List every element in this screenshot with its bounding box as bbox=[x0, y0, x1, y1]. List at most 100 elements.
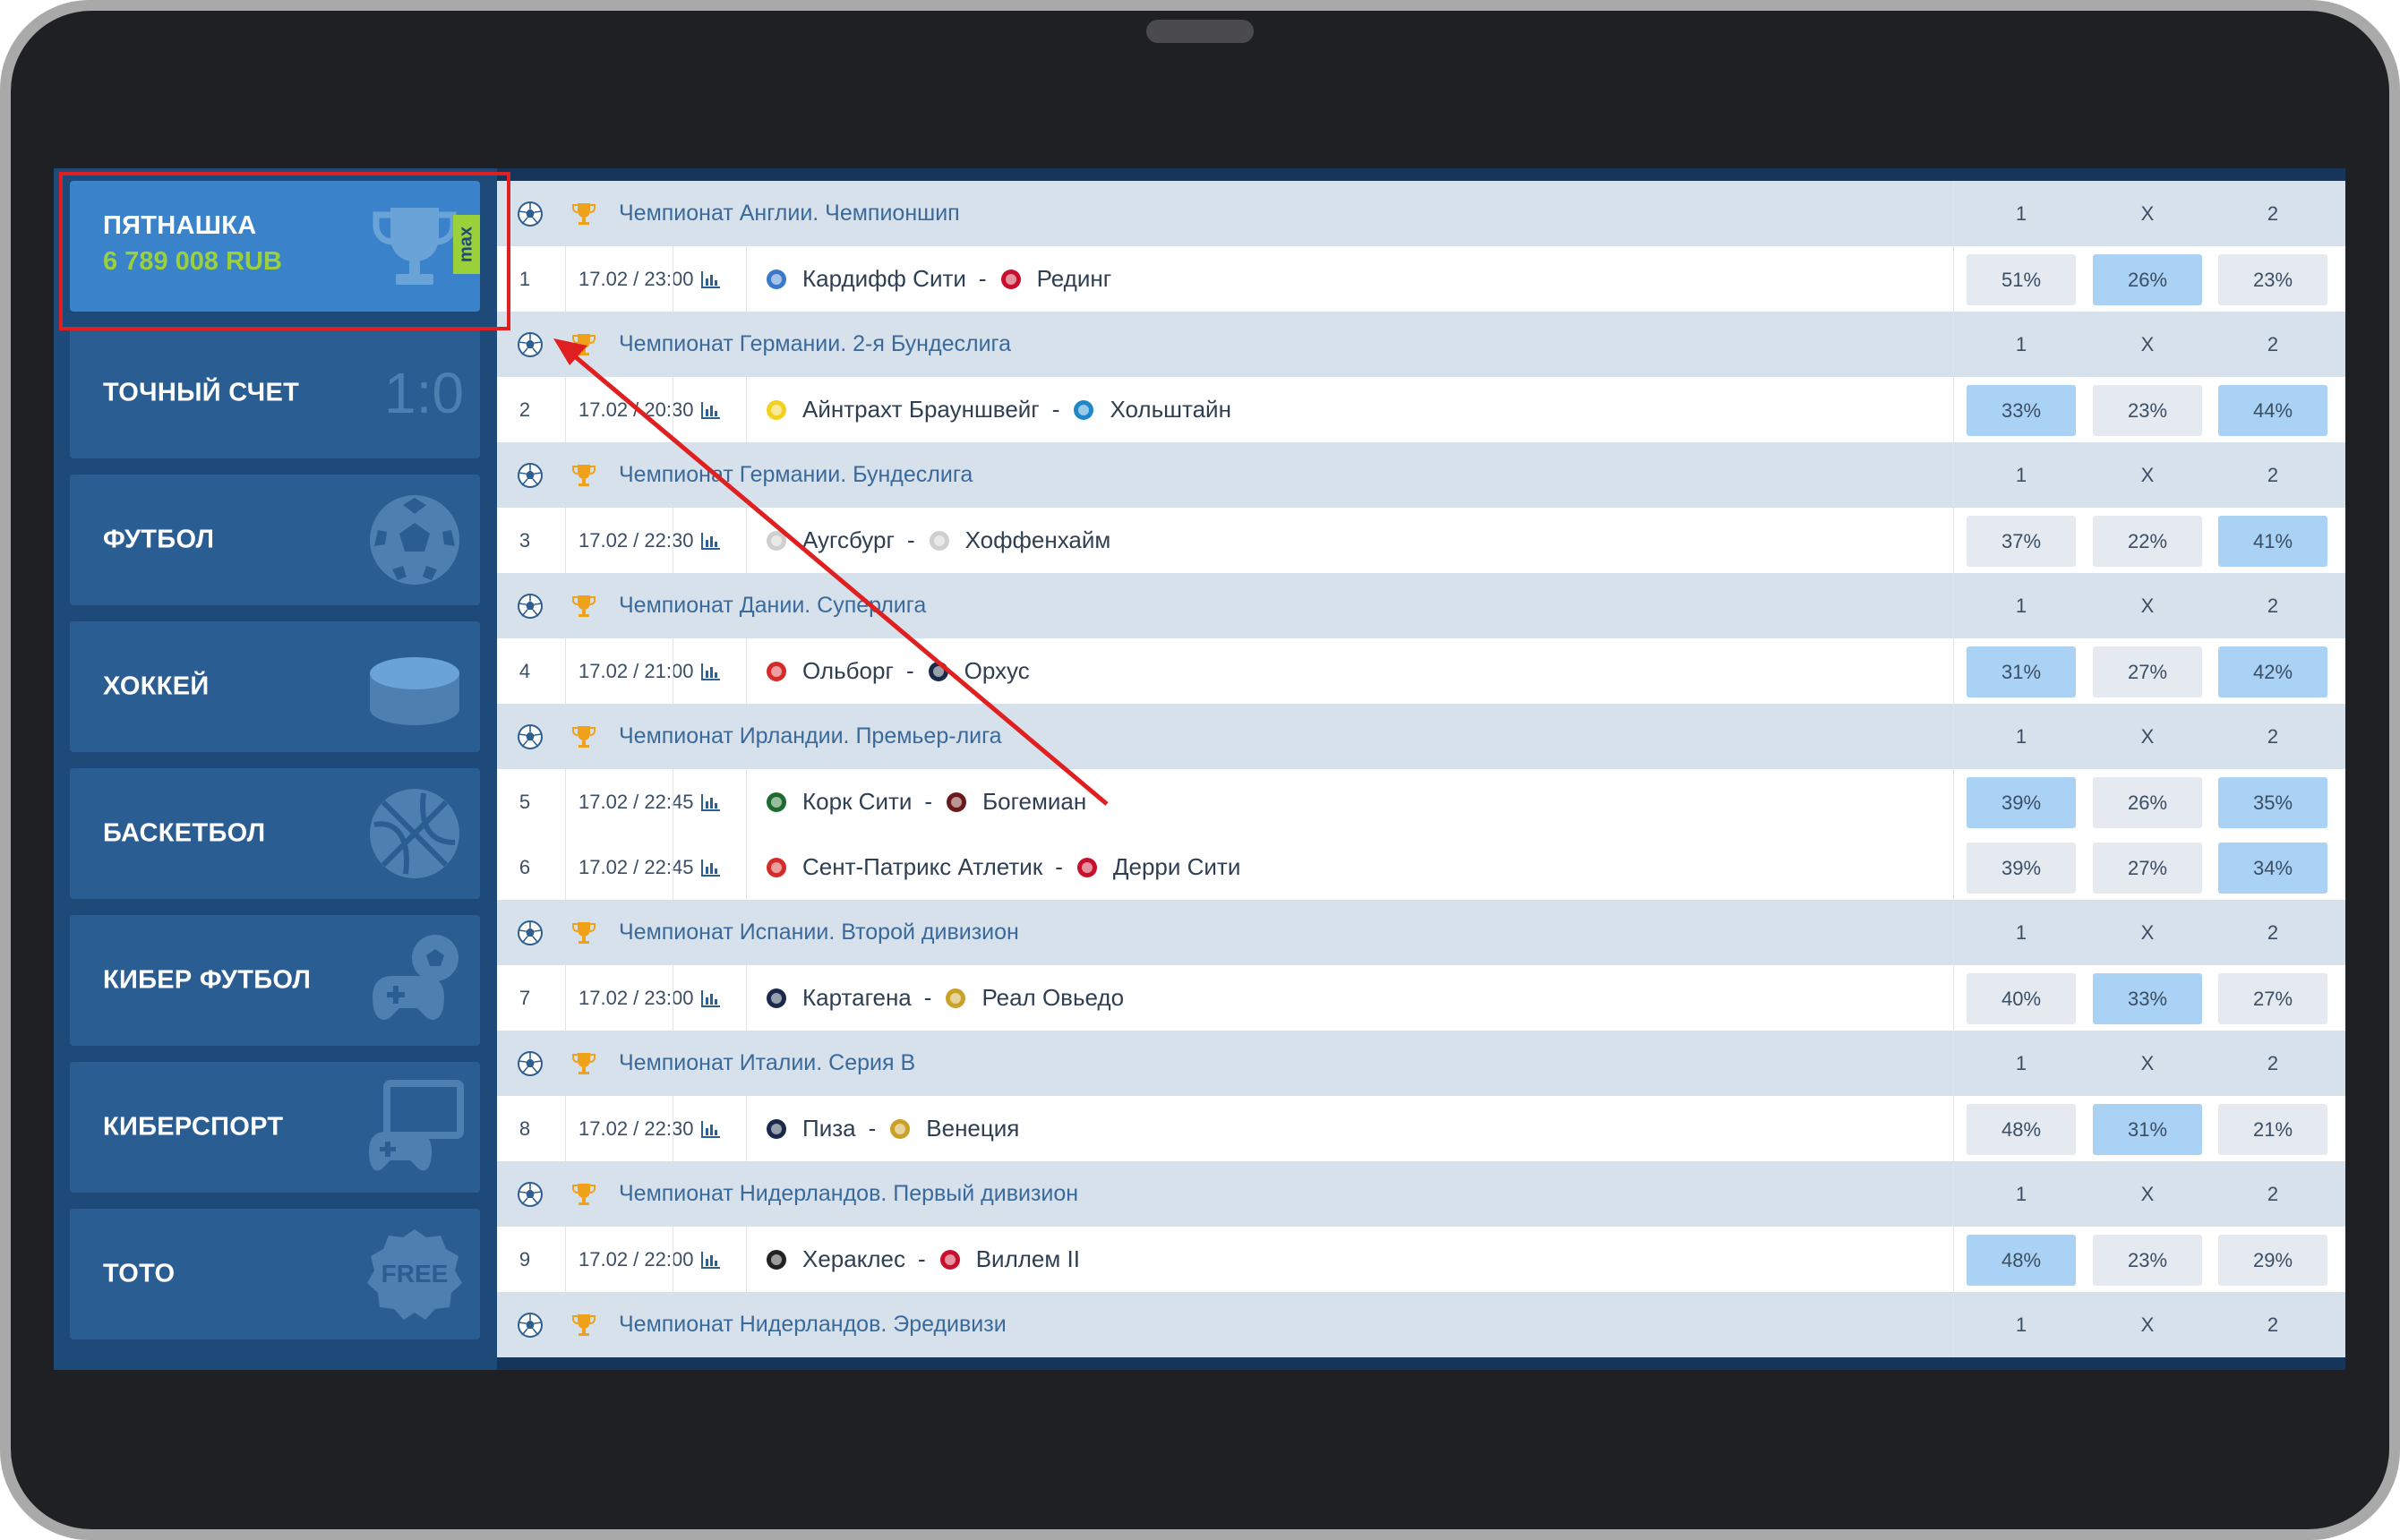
stats-chart-icon[interactable] bbox=[673, 1096, 748, 1161]
odds-option-1[interactable]: 39% bbox=[1967, 843, 2076, 894]
sidebar-item-basketball[interactable]: БАСКЕТБОЛ bbox=[70, 768, 480, 899]
league-name[interactable]: Чемпионат Испании. Второй дивизион bbox=[619, 900, 1019, 965]
league-row[interactable]: Чемпионат Италии. Серия В 1 X 2 bbox=[497, 1031, 2345, 1096]
stats-chart-icon[interactable] bbox=[673, 377, 748, 442]
odds-option-1[interactable]: 37% bbox=[1967, 516, 2076, 567]
match-teams[interactable]: Хераклес - Виллем II bbox=[746, 1227, 1080, 1292]
odds-option-1[interactable]: 48% bbox=[1967, 1235, 2076, 1286]
league-name[interactable]: Чемпионат Англии. Чемпионшип bbox=[619, 181, 960, 246]
odds-option-x[interactable]: 26% bbox=[2093, 254, 2202, 305]
league-row[interactable]: Чемпионат Германии. 2-я Бундеслига 1 X 2 bbox=[497, 312, 2345, 377]
sidebar-item-hockey[interactable]: ХОККЕЙ bbox=[70, 621, 480, 752]
odds-option-x[interactable]: 27% bbox=[2093, 843, 2202, 894]
league-name[interactable]: Чемпионат Нидерландов. Первый дивизион bbox=[619, 1161, 1078, 1227]
odds-option-1[interactable]: 31% bbox=[1967, 646, 2076, 697]
odds-option-1[interactable]: 40% bbox=[1967, 973, 2076, 1024]
odds-option-x[interactable]: 22% bbox=[2093, 516, 2202, 567]
league-name[interactable]: Чемпионат Германии. Бундеслига bbox=[619, 442, 973, 508]
sidebar-item-toto[interactable]: ТОТО FREE bbox=[70, 1209, 480, 1339]
league-row[interactable]: Чемпионат Ирландии. Премьер-лига 1 X 2 bbox=[497, 704, 2345, 769]
match-row[interactable]: 2 17.02 / 20:30 Айнтрахт Брауншвейг - Хольшт… bbox=[497, 377, 2345, 442]
sidebar-item-esports[interactable]: КИБЕРСПОРТ bbox=[70, 1062, 480, 1193]
odds-option-1[interactable]: 48% bbox=[1967, 1104, 2076, 1155]
odds-option-1[interactable]: 51% bbox=[1967, 254, 2076, 305]
home-team-logo-icon bbox=[765, 987, 788, 1010]
match-row[interactable]: 5 17.02 / 22:45 Корк Сити - Богемиан 39% 26% 35… bbox=[497, 769, 2345, 834]
league-row[interactable]: Чемпионат Нидерландов. Эредивизи 1 X 2 bbox=[497, 1292, 2345, 1357]
odds-option-x[interactable]: 26% bbox=[2093, 777, 2202, 828]
trophy-icon bbox=[572, 442, 599, 508]
odds-option-1[interactable]: 39% bbox=[1967, 777, 2076, 828]
away-team-logo-icon bbox=[927, 660, 950, 683]
league-row[interactable]: Чемпионат Англии. Чемпионшип 1 X 2 bbox=[497, 181, 2345, 246]
away-team-name: Хольштайн bbox=[1110, 396, 1231, 423]
odds-option-x[interactable]: 31% bbox=[2093, 1104, 2202, 1155]
match-number: 3 bbox=[519, 528, 531, 552]
league-name[interactable]: Чемпионат Италии. Серия В bbox=[619, 1031, 915, 1096]
odds-header-1: 1 bbox=[2015, 1313, 2027, 1336]
team-separator: - bbox=[918, 1245, 926, 1272]
odds-option-2[interactable]: 23% bbox=[2218, 254, 2327, 305]
match-teams[interactable]: Ольборг - Орхус bbox=[746, 638, 1030, 704]
league-row[interactable]: Чемпионат Испании. Второй дивизион 1 X 2 bbox=[497, 900, 2345, 965]
odds-option-2[interactable]: 29% bbox=[2218, 1235, 2327, 1286]
trophy-icon bbox=[572, 1292, 599, 1357]
stats-chart-icon[interactable] bbox=[673, 638, 748, 704]
sidebar-item-football[interactable]: ФУТБОЛ bbox=[70, 475, 480, 605]
away-team-name: Реал Овьедо bbox=[981, 984, 1125, 1011]
home-team-name: Аугсбург bbox=[802, 526, 895, 553]
stats-chart-icon[interactable] bbox=[673, 508, 748, 573]
odds-option-1[interactable]: 33% bbox=[1967, 385, 2076, 436]
odds-option-x[interactable]: 27% bbox=[2093, 646, 2202, 697]
match-teams[interactable]: Пиза - Венеция bbox=[746, 1096, 1019, 1161]
column-divider bbox=[1953, 377, 1954, 442]
match-teams[interactable]: Аугсбург - Хоффенхайм bbox=[746, 508, 1110, 573]
odds-option-2[interactable]: 27% bbox=[2218, 973, 2327, 1024]
match-row[interactable]: 3 17.02 / 22:30 Аугсбург - Хоффенхайм 37% 22% 4… bbox=[497, 508, 2345, 573]
league-row[interactable]: Чемпионат Германии. Бундеслига 1 X 2 bbox=[497, 442, 2345, 508]
column-divider bbox=[1953, 834, 1954, 900]
match-teams[interactable]: Кардифф Сити - Рединг bbox=[746, 246, 1111, 312]
stats-chart-icon[interactable] bbox=[673, 246, 748, 312]
trophy-icon bbox=[572, 1031, 599, 1096]
match-row[interactable]: 1 17.02 / 23:00 Кардифф Сити - Рединг 51% 26% 2… bbox=[497, 246, 2345, 312]
league-name[interactable]: Чемпионат Германии. 2-я Бундеслига bbox=[619, 312, 1011, 377]
odds-option-2[interactable]: 41% bbox=[2218, 516, 2327, 567]
league-name[interactable]: Чемпионат Нидерландов. Эредивизи bbox=[619, 1292, 1007, 1357]
stats-chart-icon[interactable] bbox=[673, 834, 748, 900]
match-date: 17.02 / 22:45 bbox=[565, 834, 693, 900]
sidebar-item-cyber-football[interactable]: КИБЕР ФУТБОЛ bbox=[70, 915, 480, 1046]
match-date: 17.02 / 22:30 bbox=[565, 508, 693, 573]
odds-option-2[interactable]: 35% bbox=[2218, 777, 2327, 828]
column-divider bbox=[1953, 508, 1954, 573]
home-team-name: Пиза bbox=[802, 1115, 856, 1142]
match-row[interactable]: 9 17.02 / 22:00 Хераклес - Виллем II 48% 23% 29… bbox=[497, 1227, 2345, 1292]
stats-chart-icon[interactable] bbox=[673, 965, 748, 1031]
stats-chart-icon[interactable] bbox=[673, 1227, 748, 1292]
league-row[interactable]: Чемпионат Дании. Суперлига 1 X 2 bbox=[497, 573, 2345, 638]
odds-option-2[interactable]: 42% bbox=[2218, 646, 2327, 697]
odds-option-2[interactable]: 34% bbox=[2218, 843, 2327, 894]
column-divider bbox=[1953, 573, 1954, 638]
odds-option-x[interactable]: 33% bbox=[2093, 973, 2202, 1024]
league-name[interactable]: Чемпионат Дании. Суперлига bbox=[619, 573, 926, 638]
match-teams[interactable]: Сент-Патрикс Атлетик - Дерри Сити bbox=[746, 834, 1240, 900]
odds-option-x[interactable]: 23% bbox=[2093, 385, 2202, 436]
odds-option-x[interactable]: 23% bbox=[2093, 1235, 2202, 1286]
column-divider bbox=[1953, 1161, 1954, 1227]
match-row[interactable]: 7 17.02 / 23:00 Картагена - Реал Овьедо 40% 33… bbox=[497, 965, 2345, 1031]
sidebar-item-exact-score[interactable]: ТОЧНЫЙ СЧЕТ 1:0 bbox=[70, 328, 480, 458]
league-name[interactable]: Чемпионат Ирландии. Премьер-лига bbox=[619, 704, 1002, 769]
match-row[interactable]: 6 17.02 / 22:45 Сент-Патрикс Атлетик - Дерри… bbox=[497, 834, 2345, 900]
free-badge-text: FREE bbox=[381, 1260, 449, 1288]
match-row[interactable]: 8 17.02 / 22:30 Пиза - Венеция 48% 31% 21% bbox=[497, 1096, 2345, 1161]
match-row[interactable]: 4 17.02 / 21:00 Ольборг - Орхус 31% 27% 42% bbox=[497, 638, 2345, 704]
sidebar-item-pyatnashka[interactable]: ПЯТНАШКА 6 789 008 RUB max bbox=[70, 181, 480, 312]
odds-option-2[interactable]: 44% bbox=[2218, 385, 2327, 436]
match-teams[interactable]: Корк Сити - Богемиан bbox=[746, 769, 1086, 834]
league-row[interactable]: Чемпионат Нидерландов. Первый дивизион 1 X… bbox=[497, 1161, 2345, 1227]
stats-chart-icon[interactable] bbox=[673, 769, 748, 834]
match-teams[interactable]: Картагена - Реал Овьедо bbox=[746, 965, 1124, 1031]
odds-option-2[interactable]: 21% bbox=[2218, 1104, 2327, 1155]
match-teams[interactable]: Айнтрахт Брауншвейг - Хольштайн bbox=[746, 377, 1231, 442]
